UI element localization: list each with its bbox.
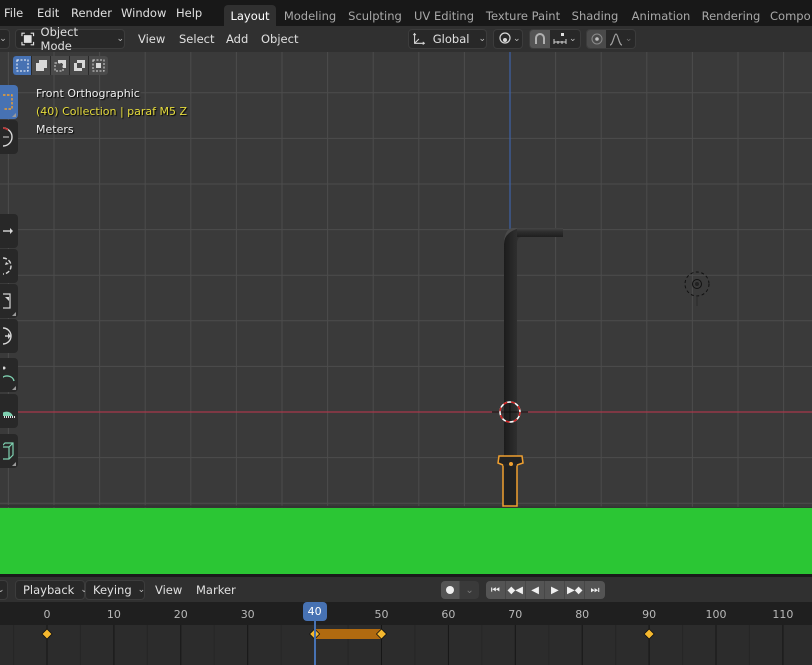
object-origin	[509, 462, 513, 466]
frame-tick-label: 30	[240, 608, 255, 621]
playhead-line[interactable]	[313, 614, 316, 665]
tab-uv-editing[interactable]: UV Editing	[412, 5, 476, 26]
tab-rendering[interactable]: Rendering	[700, 5, 762, 26]
current-frame-indicator[interactable]: 40	[302, 602, 327, 621]
frame-tick-label: 100	[705, 608, 727, 621]
chevron-down-icon: ⌄	[513, 34, 521, 44]
object-mode-icon	[21, 32, 35, 46]
playback-controls: ⏮ ◆◀ ◀ ▶ ▶◆ ⏭	[486, 581, 605, 599]
playback-dropdown[interactable]: Playback ⌄	[15, 580, 88, 600]
play-reverse-icon: ◀	[531, 584, 539, 596]
record-icon	[446, 586, 455, 594]
top-menu-bar: File Edit Render Window Help Layout Mode…	[0, 0, 812, 26]
jump-to-start-button[interactable]: ⏮	[486, 581, 506, 599]
proportional-edit-group: ⌄	[586, 29, 636, 49]
magnet-icon	[534, 33, 545, 44]
tab-compositing[interactable]: Compo	[770, 5, 812, 26]
auto-keying-dropdown[interactable]: ⌄	[460, 581, 479, 599]
frame-tick-label: 110	[772, 608, 794, 621]
menu-select[interactable]: Select	[179, 32, 214, 46]
snap-target-dropdown[interactable]: ⌄	[550, 30, 580, 48]
snap-increment-icon	[553, 33, 567, 44]
frame-tick-label: 70	[508, 608, 523, 621]
keyframe-marker[interactable]	[643, 628, 655, 640]
tab-shading[interactable]: Shading	[570, 5, 620, 26]
chevron-down-icon: ⌄	[478, 34, 486, 44]
menu-view[interactable]: View	[155, 583, 182, 597]
chevron-down-icon: ⌄	[465, 584, 474, 596]
editor-type-dropdown[interactable]: ⌄	[0, 580, 8, 600]
proportional-edit-icon	[591, 33, 603, 45]
falloff-dropdown[interactable]: ⌄	[606, 30, 635, 48]
menu-window[interactable]: Window	[121, 6, 166, 20]
chevron-down-icon: ⌄	[116, 34, 124, 44]
tab-sculpting[interactable]: Sculpting	[345, 5, 405, 26]
timeline-canvas	[13, 625, 784, 665]
tab-texture-paint[interactable]: Texture Paint	[483, 5, 563, 26]
ground-plane	[0, 508, 812, 574]
timeline-header: ⌄ Playback ⌄ Keying ⌄ View Marker ⌄ ⏮ ◆◀…	[0, 577, 812, 602]
playback-label: Playback	[23, 583, 75, 597]
frame-tick-label: 60	[441, 608, 456, 621]
light-object[interactable]	[684, 271, 710, 306]
transform-orientation-dropdown[interactable]: Global ⌄	[408, 29, 487, 49]
menu-edit[interactable]: Edit	[37, 6, 59, 20]
menu-add[interactable]: Add	[226, 32, 248, 46]
jump-to-next-keyframe-button[interactable]: ▶◆	[565, 581, 586, 599]
menu-help[interactable]: Help	[176, 6, 202, 20]
jump-to-start-icon: ⏮	[490, 584, 500, 596]
play-button[interactable]: ▶	[545, 581, 566, 599]
chevron-down-icon: ⌄	[0, 585, 5, 595]
menu-object[interactable]: Object	[261, 32, 298, 46]
frame-tick-label: 0	[43, 608, 51, 621]
jump-to-end-button[interactable]: ⏭	[585, 581, 605, 599]
falloff-curve-icon	[609, 33, 623, 46]
pivot-icon	[499, 32, 511, 44]
mode-label: Object Mode	[40, 25, 78, 53]
keyframe-hold-bar[interactable]	[314, 629, 382, 639]
prev-keyframe-icon: ◆◀	[507, 584, 523, 596]
timeline-keyframes-area[interactable]	[0, 625, 812, 665]
play-reverse-button[interactable]: ◀	[526, 581, 546, 599]
viewport-header: ⌄ Object Mode ⌄ View Select Add Object G…	[0, 25, 812, 53]
keying-label: Keying	[93, 583, 132, 597]
snap-group: ⌄	[529, 29, 581, 49]
tab-modeling[interactable]: Modeling	[280, 5, 340, 26]
tab-layout[interactable]: Layout	[224, 5, 276, 26]
keyframe-marker[interactable]	[41, 628, 53, 640]
jump-to-end-icon: ⏭	[590, 584, 600, 596]
editor-type-dropdown[interactable]: ⌄	[0, 29, 10, 49]
chevron-down-icon: ⌄	[624, 34, 633, 44]
timeline-ruler[interactable]: 0 10 20 30 50 60 70 80 90 100 110	[0, 602, 812, 625]
frame-tick-label: 90	[642, 608, 657, 621]
orientation-label: Global	[432, 32, 470, 46]
auto-keying-toggle[interactable]	[441, 581, 461, 599]
selected-object-outline[interactable]	[497, 455, 524, 507]
chevron-down-icon: ⌄	[137, 585, 146, 595]
3d-viewport[interactable]: Front Orthographic (40) Collection | par…	[0, 52, 812, 508]
chevron-down-icon: ⌄	[0, 34, 7, 44]
frame-tick-label: 50	[374, 608, 389, 621]
scene-objects	[492, 228, 710, 507]
menu-file[interactable]: File	[4, 6, 23, 20]
frame-tick-label: 80	[575, 608, 590, 621]
menu-marker[interactable]: Marker	[196, 583, 236, 597]
play-icon: ▶	[551, 584, 559, 596]
frame-tick-label: 20	[173, 608, 188, 621]
jump-to-prev-keyframe-button[interactable]: ◆◀	[506, 581, 526, 599]
snap-toggle[interactable]	[530, 30, 550, 48]
tab-animation[interactable]: Animation	[628, 5, 694, 26]
auto-keying-group: ⌄	[441, 581, 479, 599]
proportional-edit-toggle[interactable]	[587, 30, 607, 48]
frame-tick-label: 10	[106, 608, 121, 621]
chevron-down-icon: ⌄	[569, 34, 577, 44]
menu-render[interactable]: Render	[71, 6, 112, 20]
next-keyframe-icon: ▶◆	[567, 584, 583, 596]
3d-cursor[interactable]	[492, 401, 528, 424]
keying-dropdown[interactable]: Keying ⌄	[85, 580, 145, 600]
pivot-point-dropdown[interactable]: ⌄	[493, 29, 523, 49]
menu-view[interactable]: View	[138, 32, 165, 46]
orientation-axes-icon	[412, 32, 426, 45]
mode-dropdown[interactable]: Object Mode ⌄	[15, 25, 125, 53]
